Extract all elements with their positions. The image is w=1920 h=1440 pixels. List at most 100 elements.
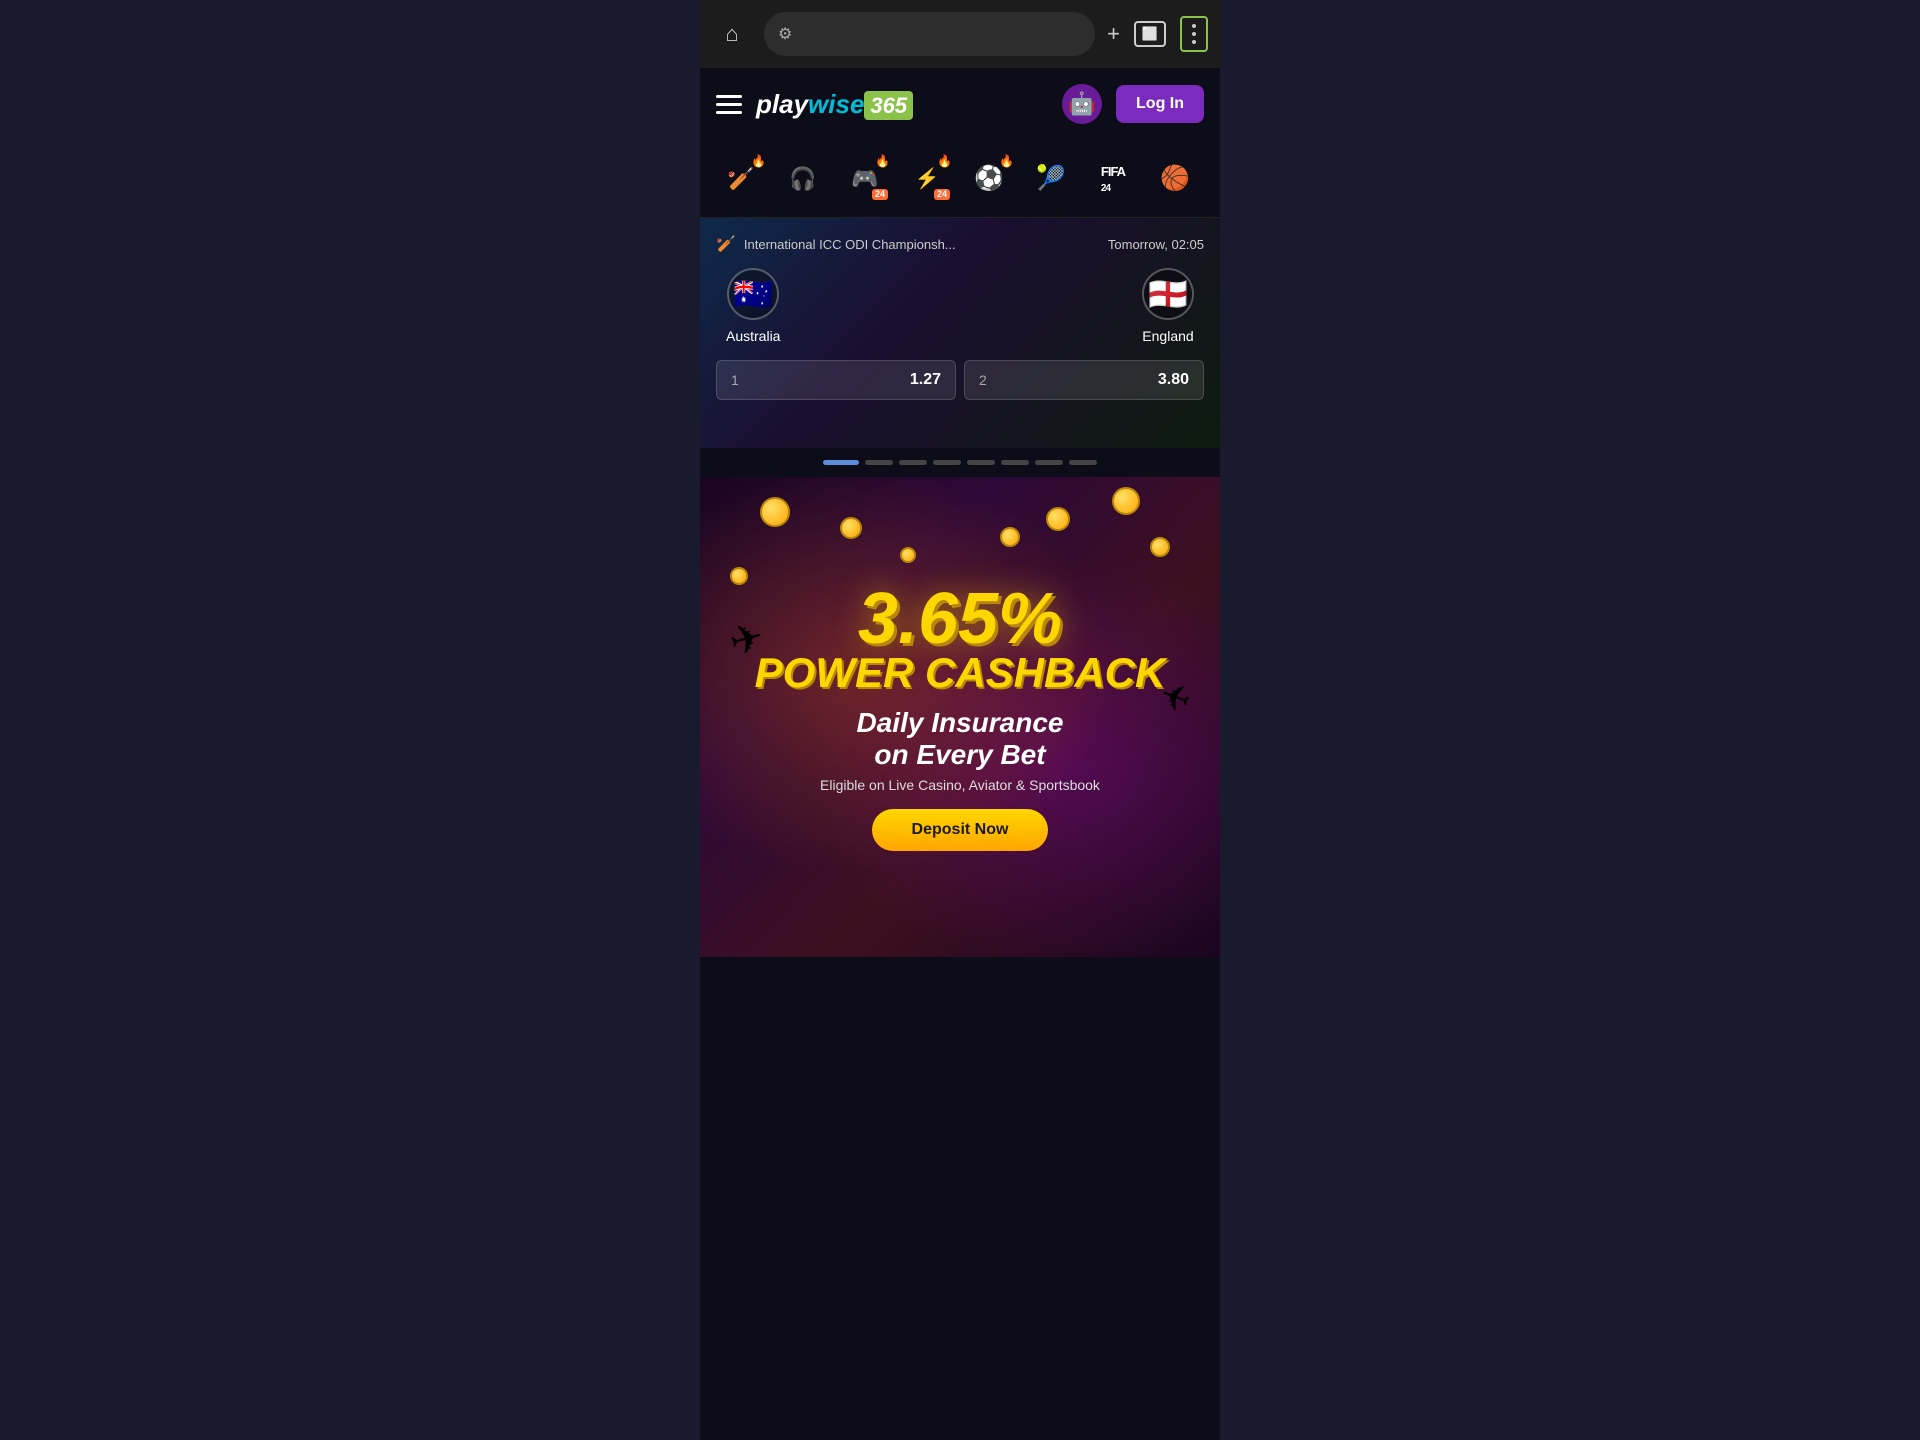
cricket-fire-icon: 🔥 — [751, 154, 766, 168]
menu-dot-3 — [1192, 40, 1196, 44]
coin-4 — [1150, 537, 1170, 557]
match-title: International ICC ODI Championsh... — [744, 237, 1100, 252]
promo-subtitle-text2: on Every Bet — [874, 739, 1045, 770]
deposit-now-button[interactable]: Deposit Now — [872, 809, 1049, 851]
hamburger-line-1 — [716, 95, 742, 98]
england-name: England — [1142, 328, 1193, 344]
dot-2[interactable] — [865, 460, 893, 465]
soccer-icon-wrap: ⚽ 🔥 — [968, 158, 1010, 200]
esports1-icon-wrap: 🎮 🔥 24 — [844, 158, 886, 200]
browser-home-button[interactable]: ⌂ — [712, 14, 752, 54]
login-button[interactable]: Log In — [1116, 85, 1204, 123]
esports1-icon: 🎮 — [851, 166, 878, 192]
esports2-badge: 24 — [934, 189, 950, 200]
headset-icon-wrap: 🎧 — [782, 158, 824, 200]
logo-365: 365 — [864, 91, 913, 120]
logo: playwise365 — [756, 89, 1048, 120]
url-bar[interactable]: ⚙ — [764, 12, 1095, 56]
basketball-icon: 🏀 — [1160, 164, 1190, 193]
coin-8 — [1000, 527, 1020, 547]
android-icon: 🤖 — [1068, 91, 1095, 117]
dot-5[interactable] — [967, 460, 995, 465]
odds-value-2: 3.80 — [1158, 371, 1189, 389]
avatar-icon[interactable]: 🤖 — [1062, 84, 1102, 124]
cricket-icon: 🏏 — [727, 166, 754, 192]
sport-item-esports1[interactable]: 🎮 🔥 24 — [836, 150, 894, 208]
sport-item-fifa[interactable]: FIFA24 — [1084, 150, 1142, 208]
australia-name: Australia — [726, 328, 780, 344]
dot-3[interactable] — [899, 460, 927, 465]
esports2-icon-wrap: ⚡ 🔥 24 — [906, 158, 948, 200]
menu-dot-2 — [1192, 32, 1196, 36]
menu-dot-1 — [1192, 24, 1196, 28]
cashback-percent: 3.65% — [755, 583, 1166, 655]
sport-item-cricket[interactable]: 🏏 🔥 — [712, 150, 770, 208]
tabs-button[interactable]: ⬜ — [1134, 21, 1166, 47]
hamburger-menu-button[interactable] — [716, 95, 742, 114]
sport-item-soccer[interactable]: ⚽ 🔥 — [960, 150, 1018, 208]
coin-2 — [840, 517, 862, 539]
promo-subtitle: Daily Insurance on Every Bet — [755, 707, 1166, 771]
esports1-badge: 24 — [872, 189, 888, 200]
australia-flag: 🇦🇺 — [727, 268, 779, 320]
odds-label-2: 2 — [979, 372, 987, 388]
match-time: Tomorrow, 02:05 — [1108, 237, 1204, 252]
cashback-label: POWER CASHBACK — [755, 649, 1166, 697]
basketball-icon-wrap: 🏀 — [1154, 158, 1196, 200]
soccer-icon: ⚽ — [974, 164, 1004, 193]
fifa-icon: FIFA24 — [1101, 164, 1125, 194]
promo-banner: ✈ ✈ 3.65% POWER CASHBACK Daily Insurance… — [700, 477, 1220, 957]
dot-6[interactable] — [1001, 460, 1029, 465]
coin-6 — [1046, 507, 1070, 531]
logo-wise: wise — [808, 89, 864, 119]
fifa-icon-wrap: FIFA24 — [1092, 158, 1134, 200]
logo-play: play — [756, 89, 808, 119]
new-tab-button[interactable]: + — [1107, 21, 1120, 47]
esports2-icon: ⚡ — [915, 166, 940, 191]
carousel-dots — [700, 448, 1220, 477]
england-flag-icon: 🏴󠁧󠁢󠁥󠁮󠁧󠁿 — [1148, 275, 1188, 313]
sport-item-basketball[interactable]: 🏀 — [1146, 150, 1204, 208]
hamburger-line-2 — [716, 103, 742, 106]
app-header: playwise365 🤖 Log In — [700, 68, 1220, 140]
dot-1[interactable] — [823, 460, 859, 465]
promo-description: Eligible on Live Casino, Aviator & Sport… — [755, 777, 1166, 793]
coin-1 — [760, 497, 790, 527]
odds-row: 1 1.27 2 3.80 — [716, 360, 1204, 400]
esports1-fire-icon: 🔥 — [875, 154, 890, 168]
teams-row: 🇦🇺 Australia 🏴󠁧󠁢󠁥󠁮󠁧󠁿 England — [716, 268, 1204, 344]
team-england: 🏴󠁧󠁢󠁥󠁮󠁧󠁿 England — [1142, 268, 1194, 344]
esports2-fire-icon: 🔥 — [937, 154, 952, 168]
dot-4[interactable] — [933, 460, 961, 465]
browser-chrome: ⌂ ⚙ + ⬜ — [700, 0, 1220, 68]
sport-item-tennis[interactable]: 🎾 — [1022, 150, 1080, 208]
cricket-match-icon: 🏏 — [716, 234, 736, 254]
bottom-nav-hint — [700, 1380, 1220, 1440]
promo-content: 3.65% POWER CASHBACK Daily Insurance on … — [735, 563, 1186, 871]
match-header: 🏏 International ICC ODI Championsh... To… — [716, 234, 1204, 254]
phone-container: ⌂ ⚙ + ⬜ playwise365 — [700, 0, 1220, 1440]
dot-8[interactable] — [1069, 460, 1097, 465]
browser-menu-button[interactable] — [1180, 16, 1208, 52]
featured-match: 🏏 International ICC ODI Championsh... To… — [700, 218, 1220, 448]
coin-3 — [1112, 487, 1140, 515]
dot-7[interactable] — [1035, 460, 1063, 465]
hamburger-line-3 — [716, 111, 742, 114]
odds-label-1: 1 — [731, 372, 739, 388]
browser-controls: + ⬜ — [1107, 16, 1208, 52]
australia-flag-icon: 🇦🇺 — [733, 275, 773, 313]
promo-subtitle-text1: Daily Insurance — [857, 707, 1064, 738]
odds-button-2[interactable]: 2 3.80 — [964, 360, 1204, 400]
sport-item-headset[interactable]: 🎧 — [774, 150, 832, 208]
url-settings-icon: ⚙ — [778, 24, 792, 44]
soccer-fire-icon: 🔥 — [999, 154, 1014, 168]
sports-nav: 🏏 🔥 🎧 🎮 🔥 24 ⚡ 🔥 24 — [700, 140, 1220, 218]
england-flag: 🏴󠁧󠁢󠁥󠁮󠁧󠁿 — [1142, 268, 1194, 320]
tennis-icon: 🎾 — [1036, 164, 1066, 193]
tennis-icon-wrap: 🎾 — [1030, 158, 1072, 200]
cricket-icon-wrap: 🏏 🔥 — [720, 158, 762, 200]
home-icon: ⌂ — [725, 21, 738, 47]
tabs-icon: ⬜ — [1142, 26, 1158, 42]
sport-item-esports2[interactable]: ⚡ 🔥 24 — [898, 150, 956, 208]
odds-button-1[interactable]: 1 1.27 — [716, 360, 956, 400]
